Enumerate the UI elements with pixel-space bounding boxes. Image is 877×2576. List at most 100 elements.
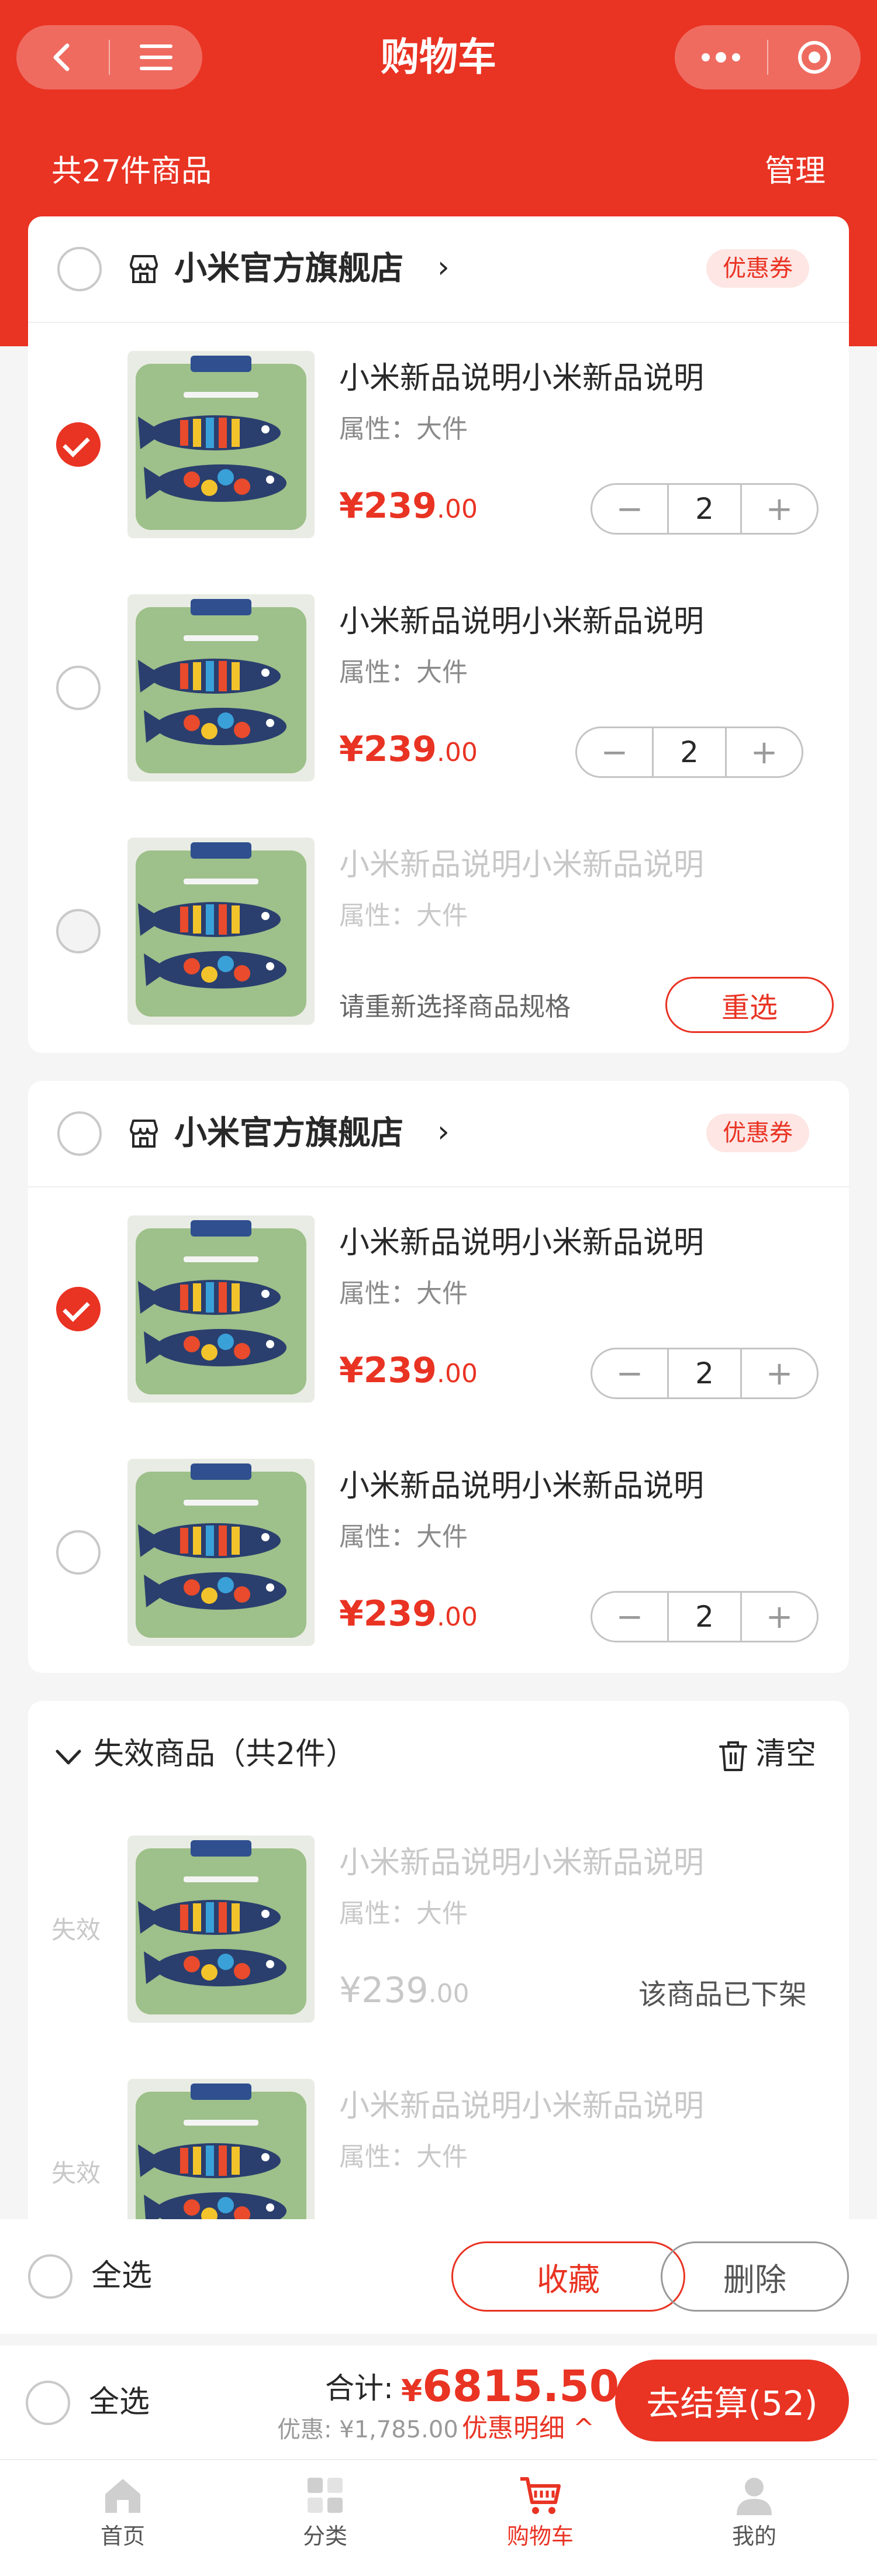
decrease-button[interactable]: −: [592, 1349, 667, 1397]
reselect-button[interactable]: 重选: [665, 977, 834, 1033]
product-attribute[interactable]: 属性：大件: [339, 413, 468, 446]
product-title[interactable]: 小米新品说明小米新品说明: [339, 602, 704, 641]
increase-button[interactable]: +: [742, 1593, 817, 1641]
product-title[interactable]: 小米新品说明小米新品说明: [339, 359, 704, 398]
edit-select-all-label[interactable]: 全选: [91, 2257, 152, 2295]
product-price: ¥239.00: [339, 484, 478, 531]
product-title[interactable]: 小米新品说明小米新品说明: [339, 2087, 704, 2126]
product-image[interactable]: [127, 838, 315, 1025]
tab-cart[interactable]: 购物车: [482, 2472, 599, 2554]
product-price: ¥239.00: [339, 1969, 469, 2016]
home-icon: [105, 2479, 140, 2513]
delete-button[interactable]: 删除: [661, 2241, 849, 2312]
coupon-button[interactable]: 优惠券: [706, 1114, 809, 1152]
settle-select-all-label[interactable]: 全选: [89, 2383, 150, 2422]
product-attribute[interactable]: 属性：大件: [339, 900, 468, 932]
decrease-button[interactable]: −: [577, 728, 652, 776]
product-price: ¥239.00: [339, 1349, 478, 1396]
manage-button[interactable]: 管理: [765, 146, 826, 190]
cart-icon: [520, 2477, 561, 2514]
price-decimal: .00: [437, 738, 478, 767]
tab-mine[interactable]: 我的: [696, 2472, 813, 2554]
store-icon: [130, 1120, 158, 1148]
tab-label: 首页: [100, 2523, 145, 2549]
product-image[interactable]: [127, 351, 315, 538]
more-dots-icon: [702, 52, 740, 63]
cart-item: 小米新品说明小米新品说明 属性：大件 ¥239.00 − 2 +: [28, 1210, 849, 1453]
tab-category[interactable]: 分类: [267, 2472, 384, 2554]
edit-bar: 全选 收藏 删除: [0, 2219, 877, 2334]
edit-select-all-radio[interactable]: [28, 2254, 72, 2299]
product-attribute[interactable]: 属性：大件: [339, 1521, 468, 1554]
price-decimal: .00: [437, 1602, 478, 1632]
settle-bar: 全选 合计: ¥6815.50 优惠: ¥1,785.00 优惠明细 ^ 去结算…: [0, 2346, 877, 2460]
price-decimal: .00: [437, 494, 478, 524]
store-name[interactable]: 小米官方旗舰店: [174, 1113, 403, 1154]
discount-amount: 优惠: ¥1,785.00: [277, 2416, 458, 2443]
cart-item: 小米新品说明小米新品说明 属性：大件 ¥239.00 − 2 +: [28, 588, 849, 832]
navigation-bar: 购物车: [0, 0, 877, 117]
coupon-button[interactable]: 优惠券: [706, 249, 809, 288]
product-attribute[interactable]: 属性：大件: [339, 656, 468, 689]
chevron-right-icon[interactable]: ›: [437, 247, 450, 288]
close-miniprogram-button[interactable]: [768, 25, 861, 89]
decrease-button[interactable]: −: [592, 1593, 667, 1641]
tab-home[interactable]: 首页: [64, 2472, 181, 2554]
tab-bar: 首页 分类 购物车 我的: [0, 2460, 877, 2576]
invalid-header: 失效商品（共2件） 清空: [28, 1701, 849, 1806]
invalid-tag: 失效: [51, 2159, 101, 2188]
store-card-2: 小米官方旗舰店 › 优惠券 小米新品说明小米新品说明 属性：大件 ¥239.00…: [28, 1081, 849, 1673]
quantity-value[interactable]: 2: [667, 1349, 742, 1397]
quantity-value[interactable]: 2: [667, 485, 742, 533]
increase-button[interactable]: +: [742, 485, 817, 533]
store-select-radio[interactable]: [57, 247, 102, 291]
product-title[interactable]: 小米新品说明小米新品说明: [339, 1844, 704, 1882]
product-image[interactable]: [127, 1835, 315, 2023]
increase-button[interactable]: +: [742, 1349, 817, 1397]
target-icon: [798, 41, 831, 74]
store-name[interactable]: 小米官方旗舰店: [174, 249, 403, 290]
product-attribute[interactable]: 属性：大件: [339, 1277, 468, 1310]
trash-icon[interactable]: [718, 1740, 748, 1772]
invalid-tag: 失效: [51, 1916, 101, 1944]
chevron-down-icon[interactable]: [54, 1747, 83, 1768]
settle-select-all-radio[interactable]: [26, 2381, 70, 2425]
item-select-radio[interactable]: [56, 422, 101, 467]
product-image[interactable]: [127, 594, 315, 781]
more-button[interactable]: [675, 25, 767, 89]
chevron-right-icon[interactable]: ›: [437, 1111, 450, 1152]
total-value: 6815.50: [422, 2361, 620, 2412]
decrease-button[interactable]: −: [592, 485, 667, 533]
discount-detail-link[interactable]: 优惠明细 ^: [462, 2412, 595, 2445]
invalid-goods-card: 失效商品（共2件） 清空 失效 小米新品说明小米新品说明 属性：大件 ¥239.…: [28, 1701, 849, 2266]
product-title[interactable]: 小米新品说明小米新品说明: [339, 1224, 704, 1262]
cart-item: 小米新品说明小米新品说明 属性：大件 ¥239.00 − 2 +: [28, 345, 849, 588]
product-attribute[interactable]: 属性：大件: [339, 1897, 468, 1930]
quantity-value[interactable]: 2: [652, 728, 727, 776]
product-title[interactable]: 小米新品说明小米新品说明: [339, 846, 704, 884]
item-count: 共27件商品: [51, 154, 212, 189]
product-image[interactable]: [127, 1459, 315, 1646]
item-select-radio[interactable]: [56, 1530, 101, 1575]
total-label: 合计:: [325, 2371, 393, 2405]
invalid-header-title[interactable]: 失效商品（共2件）: [94, 1734, 356, 1775]
increase-button[interactable]: +: [727, 728, 802, 776]
total-currency: ¥: [401, 2374, 423, 2409]
product-image[interactable]: [127, 1215, 315, 1403]
item-select-radio[interactable]: [56, 909, 101, 953]
product-price: ¥239.00: [339, 728, 478, 774]
quantity-value[interactable]: 2: [667, 1593, 742, 1641]
checkout-button[interactable]: 去结算(52): [615, 2360, 849, 2441]
favorite-button[interactable]: 收藏: [451, 2241, 685, 2312]
clear-invalid-button[interactable]: 清空: [755, 1734, 816, 1775]
store-select-radio[interactable]: [57, 1111, 102, 1156]
product-title[interactable]: 小米新品说明小米新品说明: [339, 1467, 704, 1506]
product-attribute[interactable]: 属性：大件: [339, 2141, 468, 2174]
tab-label: 我的: [731, 2523, 776, 2549]
item-select-radio[interactable]: [56, 666, 101, 710]
price-integer: ¥239: [339, 729, 437, 770]
item-select-radio[interactable]: [56, 1287, 101, 1331]
cart-summary: 共27件商品 管理: [0, 140, 877, 190]
category-icon: [308, 2478, 343, 2513]
cart-item: 小米新品说明小米新品说明 属性：大件 ¥239.00 − 2 +: [28, 1453, 849, 1696]
